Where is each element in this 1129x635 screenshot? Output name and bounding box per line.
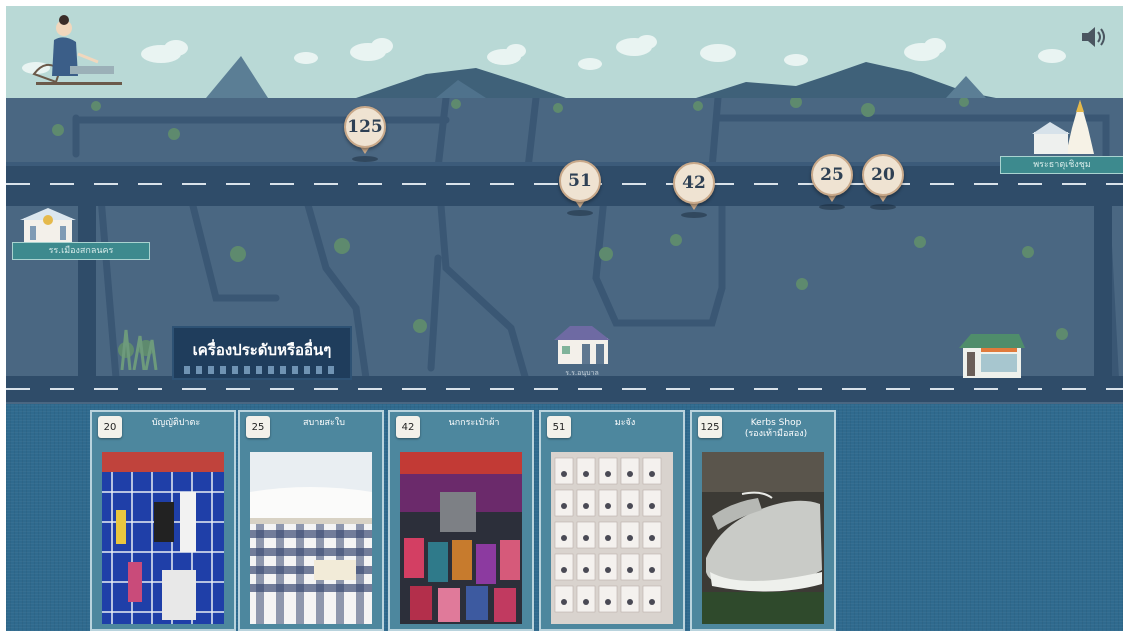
map-pin-42[interactable]: 42 [673,162,715,218]
pin-shadow [352,156,378,162]
shop-card-125[interactable]: 125 Kerbs Shop (รองเท้ามือสอง) [690,410,836,631]
banner-pattern [184,366,340,374]
sky [6,6,1123,98]
game-stage: รร.เมืองสกลนคร พระธาตุเชิงชุม ร.ร.อนุบาล [6,6,1123,631]
shop-number-badge: 125 [698,416,722,438]
shop-name: นกกระเป๋าผ้า [448,418,500,428]
shop-card-42[interactable]: 42 นกกระเป๋าผ้า [388,410,534,631]
speaker-icon [1082,27,1105,47]
temple-label: พระธาตุเชิงชุม [1000,156,1123,174]
clinic-building-icon [554,326,610,364]
shop-photo-pegboard-accessories [102,452,224,624]
temple-landmark: พระธาตุเชิงชุม [996,98,1123,182]
map-pin-25[interactable]: 25 [811,154,853,210]
school-building-icon [20,208,76,244]
shop-name: สบายสะใบ [303,418,345,428]
clinic-landmark: ร.ร.อนุบาล [552,324,612,380]
shop-name: Kerbs Shop (รองเท้ามือสอง) [744,418,808,439]
pin-number: 125 [344,106,386,148]
shop-card-25[interactable]: 25 สบายสะใบ [238,410,384,631]
school-label: รร.เมืองสกลนคร [12,242,150,260]
shop-photo-gingham-pouch [250,452,372,624]
shop-photo-earrings-display [551,452,673,624]
shop-number-badge: 51 [547,416,571,438]
shop-card-51[interactable]: 51 มะจัง [539,410,685,631]
category-title: เครื่องประดับหรืออื่นๆ [192,341,332,359]
sound-toggle-button[interactable] [1080,24,1108,50]
convenience-store-icon [959,334,1025,378]
pin-shadow [567,210,593,216]
temple-stupa-icon [1032,100,1094,154]
shop-photo-secondhand-shoes [702,452,824,624]
pin-shadow [819,204,845,210]
grass-decoration-icon [120,329,158,370]
shop-number-badge: 20 [98,416,122,438]
shop-number-badge: 42 [396,416,420,438]
pin-shadow [870,204,896,210]
pin-number: 42 [673,162,715,204]
shop-number-badge: 25 [246,416,270,438]
pin-number: 51 [559,160,601,202]
pin-shadow [681,212,707,218]
pin-number: 20 [862,154,904,196]
map-pin-125[interactable]: 125 [344,106,386,162]
school-landmark: รร.เมืองสกลนคร [12,208,150,266]
map-pin-20[interactable]: 20 [862,154,904,210]
clinic-label: ร.ร.อนุบาล [565,369,599,377]
pin-number: 25 [811,154,853,196]
weaver-character-icon [32,15,122,85]
category-title-banner: เครื่องประดับหรืออื่นๆ [172,326,352,380]
sky-scenery [22,35,1066,98]
shop-name: บัญญัติปาตะ [151,418,201,428]
shop-name: มะจัง [614,418,636,428]
shop-photo-fabric-bags [400,452,522,624]
map-pin-51[interactable]: 51 [559,160,601,216]
shop-card-20[interactable]: 20 บัญญัติปาตะ [90,410,236,631]
